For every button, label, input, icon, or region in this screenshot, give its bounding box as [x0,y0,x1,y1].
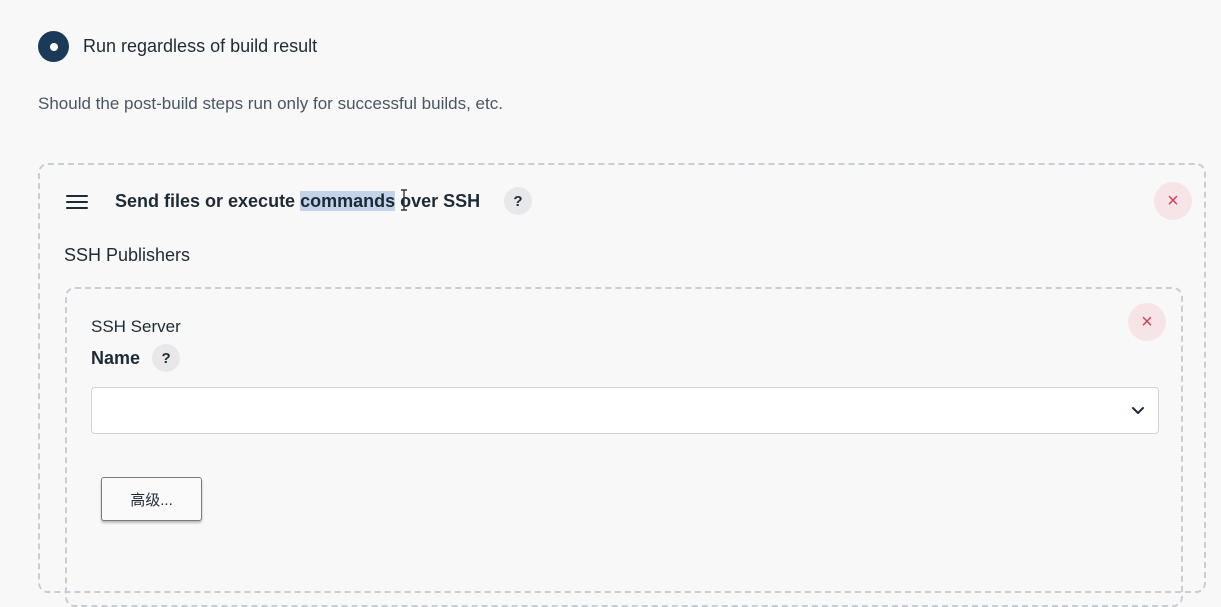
run-regardless-label: Run regardless of build result [83,36,318,56]
drag-handle-icon[interactable] [66,195,88,209]
run-regardless-option[interactable]: Run regardless of build result [38,31,317,62]
server-name-select[interactable] [91,387,1159,434]
server-close-button[interactable]: × [1128,303,1166,341]
ssh-publishers-label: SSH Publishers [64,245,191,265]
close-icon: × [1167,189,1179,212]
text-cursor-icon [401,189,407,211]
name-field-header: Name ? [91,344,181,372]
name-label: Name [91,347,141,368]
radio-dot [49,42,58,51]
close-icon: × [1141,310,1153,333]
radio-selected-icon[interactable] [38,31,69,62]
advanced-button[interactable]: 高级... [101,477,202,521]
step-close-button[interactable]: × [1154,182,1192,220]
step-title-prefix: Send files or execute [115,191,301,211]
chevron-down-icon [1132,407,1144,414]
step-title-selected: commands [300,191,396,211]
name-help-button[interactable]: ? [152,344,181,372]
ssh-server-panel: × SSH Server Name ? 高级... [65,287,1183,607]
step-title: Send files or execute commands over SSH [115,191,480,212]
ssh-server-label: SSH Server [91,317,181,336]
post-build-description: Should the post-build steps run only for… [38,94,503,113]
step-help-button[interactable]: ? [504,187,532,215]
ssh-step-panel: Send files or execute commands over SSH … [38,163,1206,607]
